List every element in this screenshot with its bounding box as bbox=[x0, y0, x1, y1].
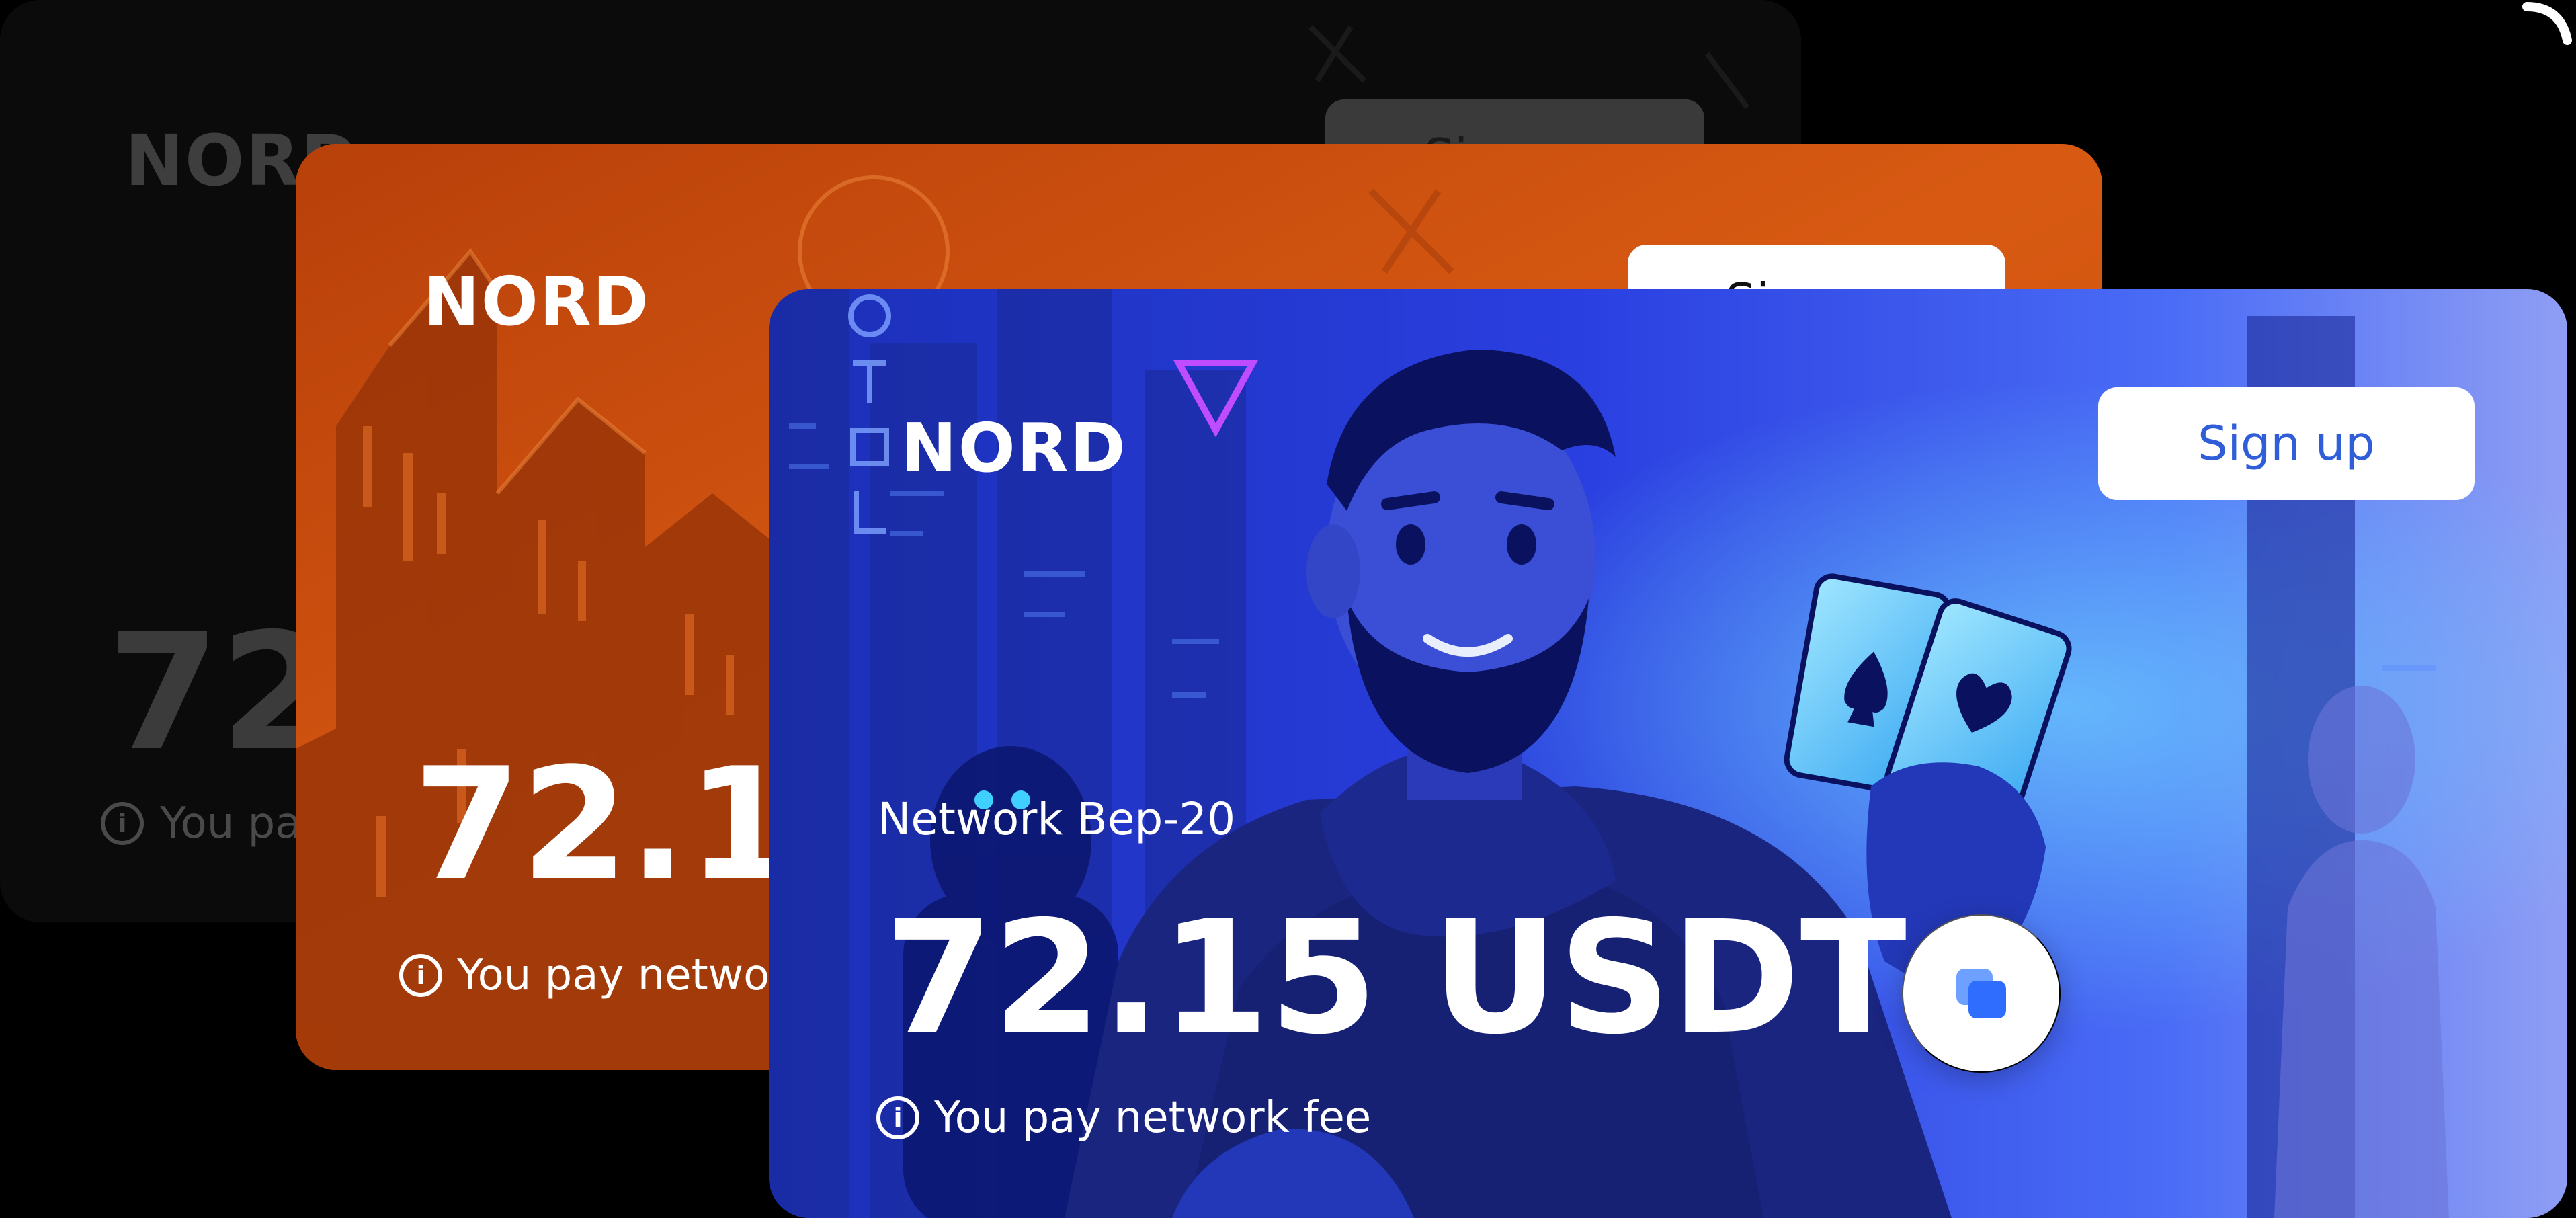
blue-card: NORD Sign up Network Bep-20 72.15 USDT i… bbox=[769, 289, 2567, 1218]
copy-button[interactable] bbox=[1902, 914, 2061, 1073]
copy-icon bbox=[1956, 969, 2006, 1018]
network-fee-text: You pay network fee bbox=[934, 1093, 1372, 1143]
info-icon: i bbox=[399, 954, 442, 997]
corner-arrow-icon bbox=[2522, 2, 2572, 45]
nord-logo: NORD bbox=[901, 409, 1127, 487]
info-icon: i bbox=[101, 802, 144, 845]
network-fee-note: i You pay network fee bbox=[876, 1093, 1371, 1143]
signup-button[interactable]: Sign up bbox=[2098, 387, 2475, 500]
network-label: Network Bep-20 bbox=[878, 793, 1236, 845]
amount-value: 72.15 USDT bbox=[884, 887, 1907, 1069]
nord-logo: NORD bbox=[423, 262, 650, 341]
info-icon: i bbox=[876, 1096, 919, 1139]
card-stack-stage: NORD Sign up 72.15 USDT i You pay networ… bbox=[0, 0, 2576, 1218]
